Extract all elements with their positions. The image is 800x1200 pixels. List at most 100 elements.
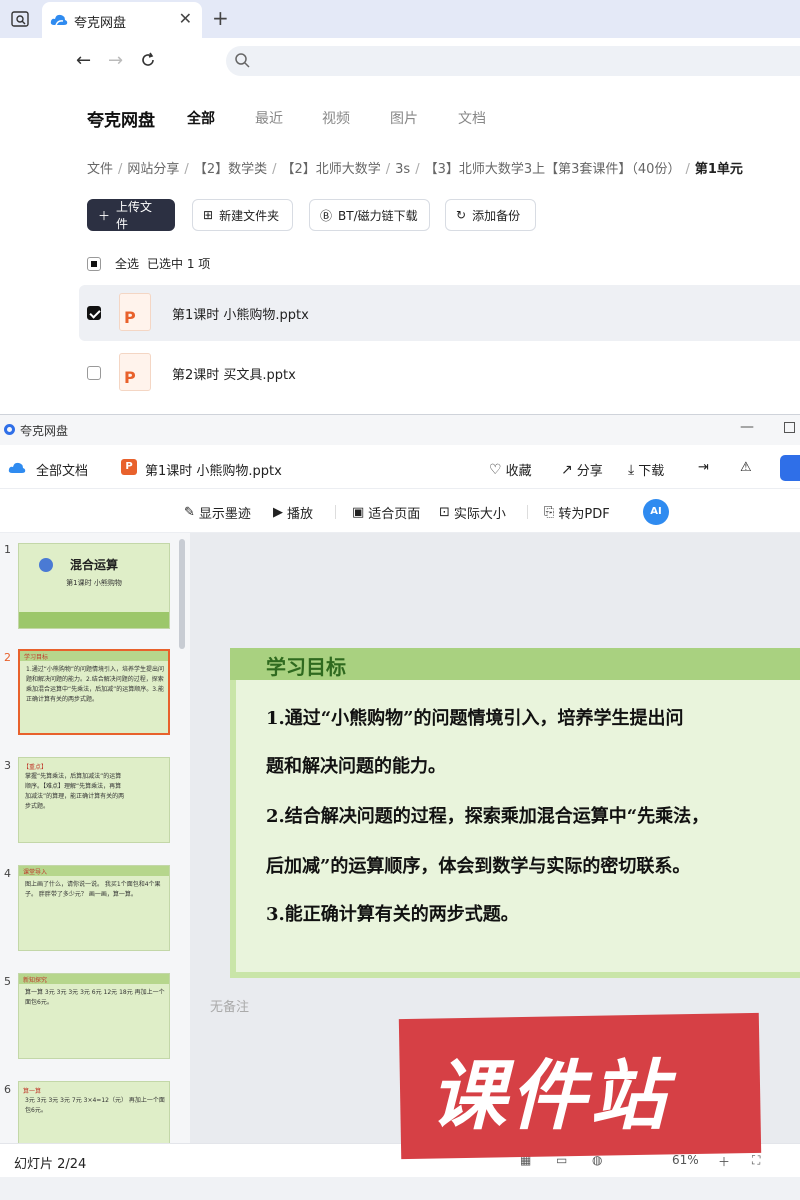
slide-text-line: 1.通过“小熊购物”的问题情境引入，培养学生提出问 [266,708,684,729]
tab-docs[interactable]: 文档 [458,108,486,128]
grass-decoration [19,612,169,628]
folder-plus-icon: ⊞ [203,208,214,222]
thumbnail-number: 3 [4,759,11,772]
play-button[interactable]: ▶ 播放 [273,503,313,522]
slide-thumbnail[interactable]: 新知探究 算一算 3元 3元 3元 3元 6元 12元 18元 再加上一个面包6… [18,973,170,1059]
drive-title: 夸克网盘 [87,111,155,131]
close-tab-icon[interactable]: ✕ [179,9,192,28]
edit-pen-button[interactable] [780,455,800,481]
tab-all[interactable]: 全部 [187,108,215,128]
actual-size-icon: ⊡ [439,505,450,520]
quark-cloud-icon [8,462,26,473]
slide-thumbnail-active[interactable]: 学习目标 1.通过“小熊购物”的问题情境引入，培养学生提出问题和解决问题的能力。… [18,649,170,735]
current-slide: 学习目标 1.通过“小熊购物”的问题情境引入，培养学生提出问 题和解决问题的能力… [230,648,800,978]
breadcrumb: 文件 / 网站分享 / 【2】数学类 / 【2】北师大数学/3s / 【3】北师大数学3上【第3… [87,162,743,177]
slide-thumbnail[interactable]: 算一算 3元 3元 3元 3元 7元 3×4=12（元） 再加上一个面包6元。 [18,1081,170,1143]
show-ink-button[interactable]: ✎ 显示墨迹 [184,503,251,522]
export-icon[interactable]: ⇥ [698,460,709,475]
watermark-text: 课件站 [430,1051,670,1140]
new-tab-icon[interactable]: + [212,6,229,30]
download-button[interactable]: ⤓ 下载 [628,460,664,480]
file-row[interactable]: P 第1课时 小熊购物.pptx [79,285,800,341]
breadcrumb-current: 第1单元 [694,162,743,177]
breadcrumb-item[interactable]: 3s [395,162,410,177]
breadcrumb-item[interactable]: 网站分享 [127,162,179,177]
thumbnail-number: 6 [4,1083,11,1096]
toolbar-divider [335,505,336,519]
file-name[interactable]: 第2课时 买文具.pptx [172,364,296,383]
bt-icon: Ⓑ [320,208,333,223]
thumbnail-number: 5 [4,975,11,988]
viewer-window-title: 夸克网盘 [20,424,69,438]
minimize-icon[interactable]: — [740,419,754,435]
thumbnail-number: 1 [4,543,11,556]
viewer-title-bar: 夸克网盘 — [0,415,800,445]
thumbnail-number: 2 [4,651,11,664]
share-button[interactable]: ↗ 分享 [561,460,603,480]
add-backup-button[interactable]: ↻ 添加备份 [445,199,536,231]
breadcrumb-item[interactable]: 【2】北师大数学 [281,162,380,177]
ai-assistant-icon[interactable]: AI [643,499,669,525]
fit-page-button[interactable]: ▣ 适合页面 [352,503,420,522]
watermark-stamp: 课件站 [398,1012,762,1166]
heart-icon: ♡ [489,461,502,478]
feedback-icon[interactable]: ⚠ [740,460,752,475]
file-checkbox[interactable] [87,366,101,380]
quark-cloud-icon [50,14,68,26]
slide-text-line: 题和解决问题的能力。 [266,756,446,777]
tab-search-icon[interactable] [10,9,30,29]
maximize-icon[interactable] [784,422,795,433]
breadcrumb-item[interactable]: 【2】数学类 [194,162,267,177]
upload-file-button[interactable]: ＋上传文件 [87,199,175,231]
pdf-icon: ⎘ [544,505,555,520]
slide-text-line: 2.结合解决问题的过程，探索乘加混合运算中“先乘法， [266,806,710,827]
breadcrumb-item[interactable]: 文件 [87,162,113,177]
slide-thumbnail[interactable]: 【重点】 掌握“先算乘法，后算加减法”的运算顺序。【难点】理解“先算乘法，再算加… [18,757,170,843]
select-all-label[interactable]: 全选 [115,255,139,272]
slide-heading: 学习目标 [266,655,346,679]
slide-thumbnail[interactable]: 课堂导入 图上画了什么，请你说一说。 我买1个面包和4个果子。 胖胖带了多少元？… [18,865,170,951]
convert-pdf-button[interactable]: ⎘ 转为PDF [544,503,610,522]
thumbnail-scrollbar[interactable] [179,539,185,649]
file-name[interactable]: 第1课时 小熊购物.pptx [172,304,309,323]
tab-title: 夸克网盘 [74,16,127,31]
tab-video[interactable]: 视频 [322,108,350,128]
favorite-button[interactable]: ♡ 收藏 [489,460,532,480]
slide-thumbnail[interactable]: 混合运算 第1课时 小熊购物 [18,543,170,629]
reload-icon[interactable] [140,52,156,68]
play-icon: ▶ [273,505,283,520]
slide-counter: 幻灯片 2/24 [14,1157,87,1172]
tab-recent[interactable]: 最近 [255,108,283,128]
bt-magnet-download-button[interactable]: Ⓑ BT/磁力链下载 [309,199,430,231]
file-row[interactable]: P 第2课时 买文具.pptx [79,345,800,401]
address-bar[interactable] [226,46,800,76]
ink-pen-icon: ✎ [184,505,195,520]
all-documents-link[interactable]: 全部文档 [36,460,88,479]
fit-page-icon: ▣ [352,505,365,520]
slide-text-line: 后加减”的运算顺序，体会到数学与实际的密切联系。 [266,856,691,877]
window-footer [0,1177,800,1200]
forward-arrow-icon[interactable]: → [108,50,123,71]
viewer-header: 全部文档 P 第1课时 小熊购物.pptx ♡ 收藏 ↗ 分享 ⤓ 下载 ⇥ ⚠ [0,445,800,489]
slide-text-line: 3.能正确计算有关的两步式题。 [266,904,519,925]
ppt-file-icon: P [121,459,137,475]
actual-size-button[interactable]: ⊡ 实际大小 [439,503,506,522]
select-all-checkbox[interactable] [87,256,101,271]
breadcrumb-item[interactable]: 【3】北师大数学3上【第3套课件】（40份） [425,162,681,177]
toolbar-divider [527,505,528,519]
back-arrow-icon[interactable]: ← [76,50,91,71]
viewer-toolbar: ✎ 显示墨迹 ▶ 播放 ▣ 适合页面 ⊡ 实际大小 ⎘ 转为PDF [0,489,800,533]
file-checkbox[interactable] [87,306,101,320]
select-all-row: 全选 已选中 1 项 [87,255,210,272]
search-icon [235,53,250,68]
browser-tab[interactable]: 夸克网盘 ✕ [42,2,202,38]
thumbnail-number: 4 [4,867,11,880]
new-folder-button[interactable]: ⊞ 新建文件夹 [192,199,293,231]
pptx-file-icon: P [119,353,151,391]
tab-images[interactable]: 图片 [390,108,418,128]
backup-sync-icon: ↻ [456,208,467,222]
pptx-file-icon: P [119,293,151,331]
share-icon: ↗ [561,461,573,478]
browser-tab-bar: 夸克网盘 ✕ + [0,0,800,38]
viewer-file-name: 第1课时 小熊购物.pptx [145,464,282,479]
